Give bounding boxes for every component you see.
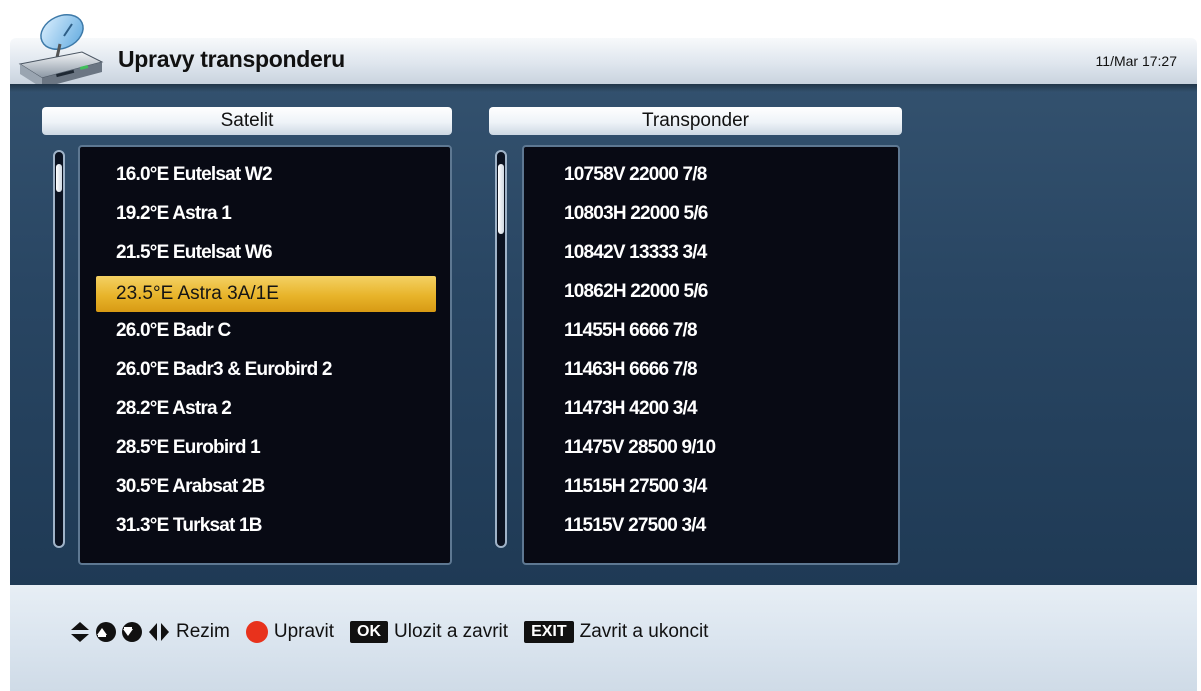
transponder-list-item[interactable]: 11473H 4200 3/4 <box>564 391 884 427</box>
satellite-list-item[interactable]: 31.3°E Turksat 1B <box>96 508 436 544</box>
transponder-column-header: Transponder <box>489 107 902 135</box>
satellite-list-item[interactable]: 19.2°E Astra 1 <box>96 196 436 232</box>
red-button-icon <box>245 621 268 643</box>
left-right-arrow-icon <box>149 623 169 641</box>
up-down-arrow-icon <box>71 622 89 642</box>
clock: 11/Mar 17:27 <box>1095 53 1177 69</box>
satellite-list-item[interactable]: 26.0°E Badr C <box>96 313 436 349</box>
page-title: Upravy transponderu <box>118 46 345 72</box>
transponder-scrollbar[interactable] <box>495 150 507 548</box>
mode-label: Rezim <box>176 621 230 642</box>
satellite-scrollbar[interactable] <box>53 150 65 548</box>
key-legend: Rezim Upravit OK Ulozit a zavrit EXIT Za… <box>70 620 718 644</box>
satellite-list-item[interactable]: 26.0°E Badr3 & Eurobird 2 <box>96 352 436 388</box>
edit-label: Upravit <box>273 621 335 642</box>
transponder-list-item[interactable]: 11475V 28500 9/10 <box>564 430 884 466</box>
transponder-list: 10758V 22000 7/8 10803H 22000 5/6 10842V… <box>522 145 900 565</box>
transponder-list-item[interactable]: 11455H 6666 7/8 <box>564 313 884 349</box>
transponder-list-item[interactable]: 10803H 22000 5/6 <box>564 196 884 232</box>
satellite-column-header: Satelit <box>42 107 452 135</box>
ok-key: OK <box>350 621 389 643</box>
satellite-list-item[interactable]: 21.5°E Eutelsat W6 <box>96 235 436 271</box>
satellite-list-item[interactable]: 28.5°E Eurobird 1 <box>96 430 436 466</box>
satellite-list-item[interactable]: 30.5°E Arabsat 2B <box>96 469 436 505</box>
transponder-list-item[interactable]: 10862H 22000 5/6 <box>564 274 884 310</box>
satellite-list-item[interactable]: 16.0°E Eutelsat W2 <box>96 157 436 193</box>
page-down-icon <box>122 622 142 642</box>
satellite-list-item[interactable]: 28.2°E Astra 2 <box>96 391 436 427</box>
transponder-list-item[interactable]: 11515V 27500 3/4 <box>564 508 884 544</box>
satellite-list: 16.0°E Eutelsat W2 19.2°E Astra 1 21.5°E… <box>78 145 452 565</box>
transponder-list-item[interactable]: 11463H 6666 7/8 <box>564 352 884 388</box>
transponder-scrollbar-thumb[interactable] <box>498 164 504 234</box>
page-up-icon <box>96 622 116 642</box>
satellite-scrollbar-thumb[interactable] <box>56 164 62 192</box>
transponder-list-item[interactable]: 10758V 22000 7/8 <box>564 157 884 193</box>
exit-key: EXIT <box>524 621 574 643</box>
ok-label: Ulozit a zavrit <box>394 621 509 642</box>
satellite-receiver-icon <box>18 14 104 88</box>
exit-label: Zavrit a ukoncit <box>579 621 709 642</box>
main-panel-shadow <box>10 84 1197 92</box>
transponder-list-item[interactable]: 11515H 27500 3/4 <box>564 469 884 505</box>
satellite-list-item-selected[interactable]: 23.5°E Astra 3A/1E <box>96 276 436 312</box>
transponder-list-item[interactable]: 10842V 13333 3/4 <box>564 235 884 271</box>
